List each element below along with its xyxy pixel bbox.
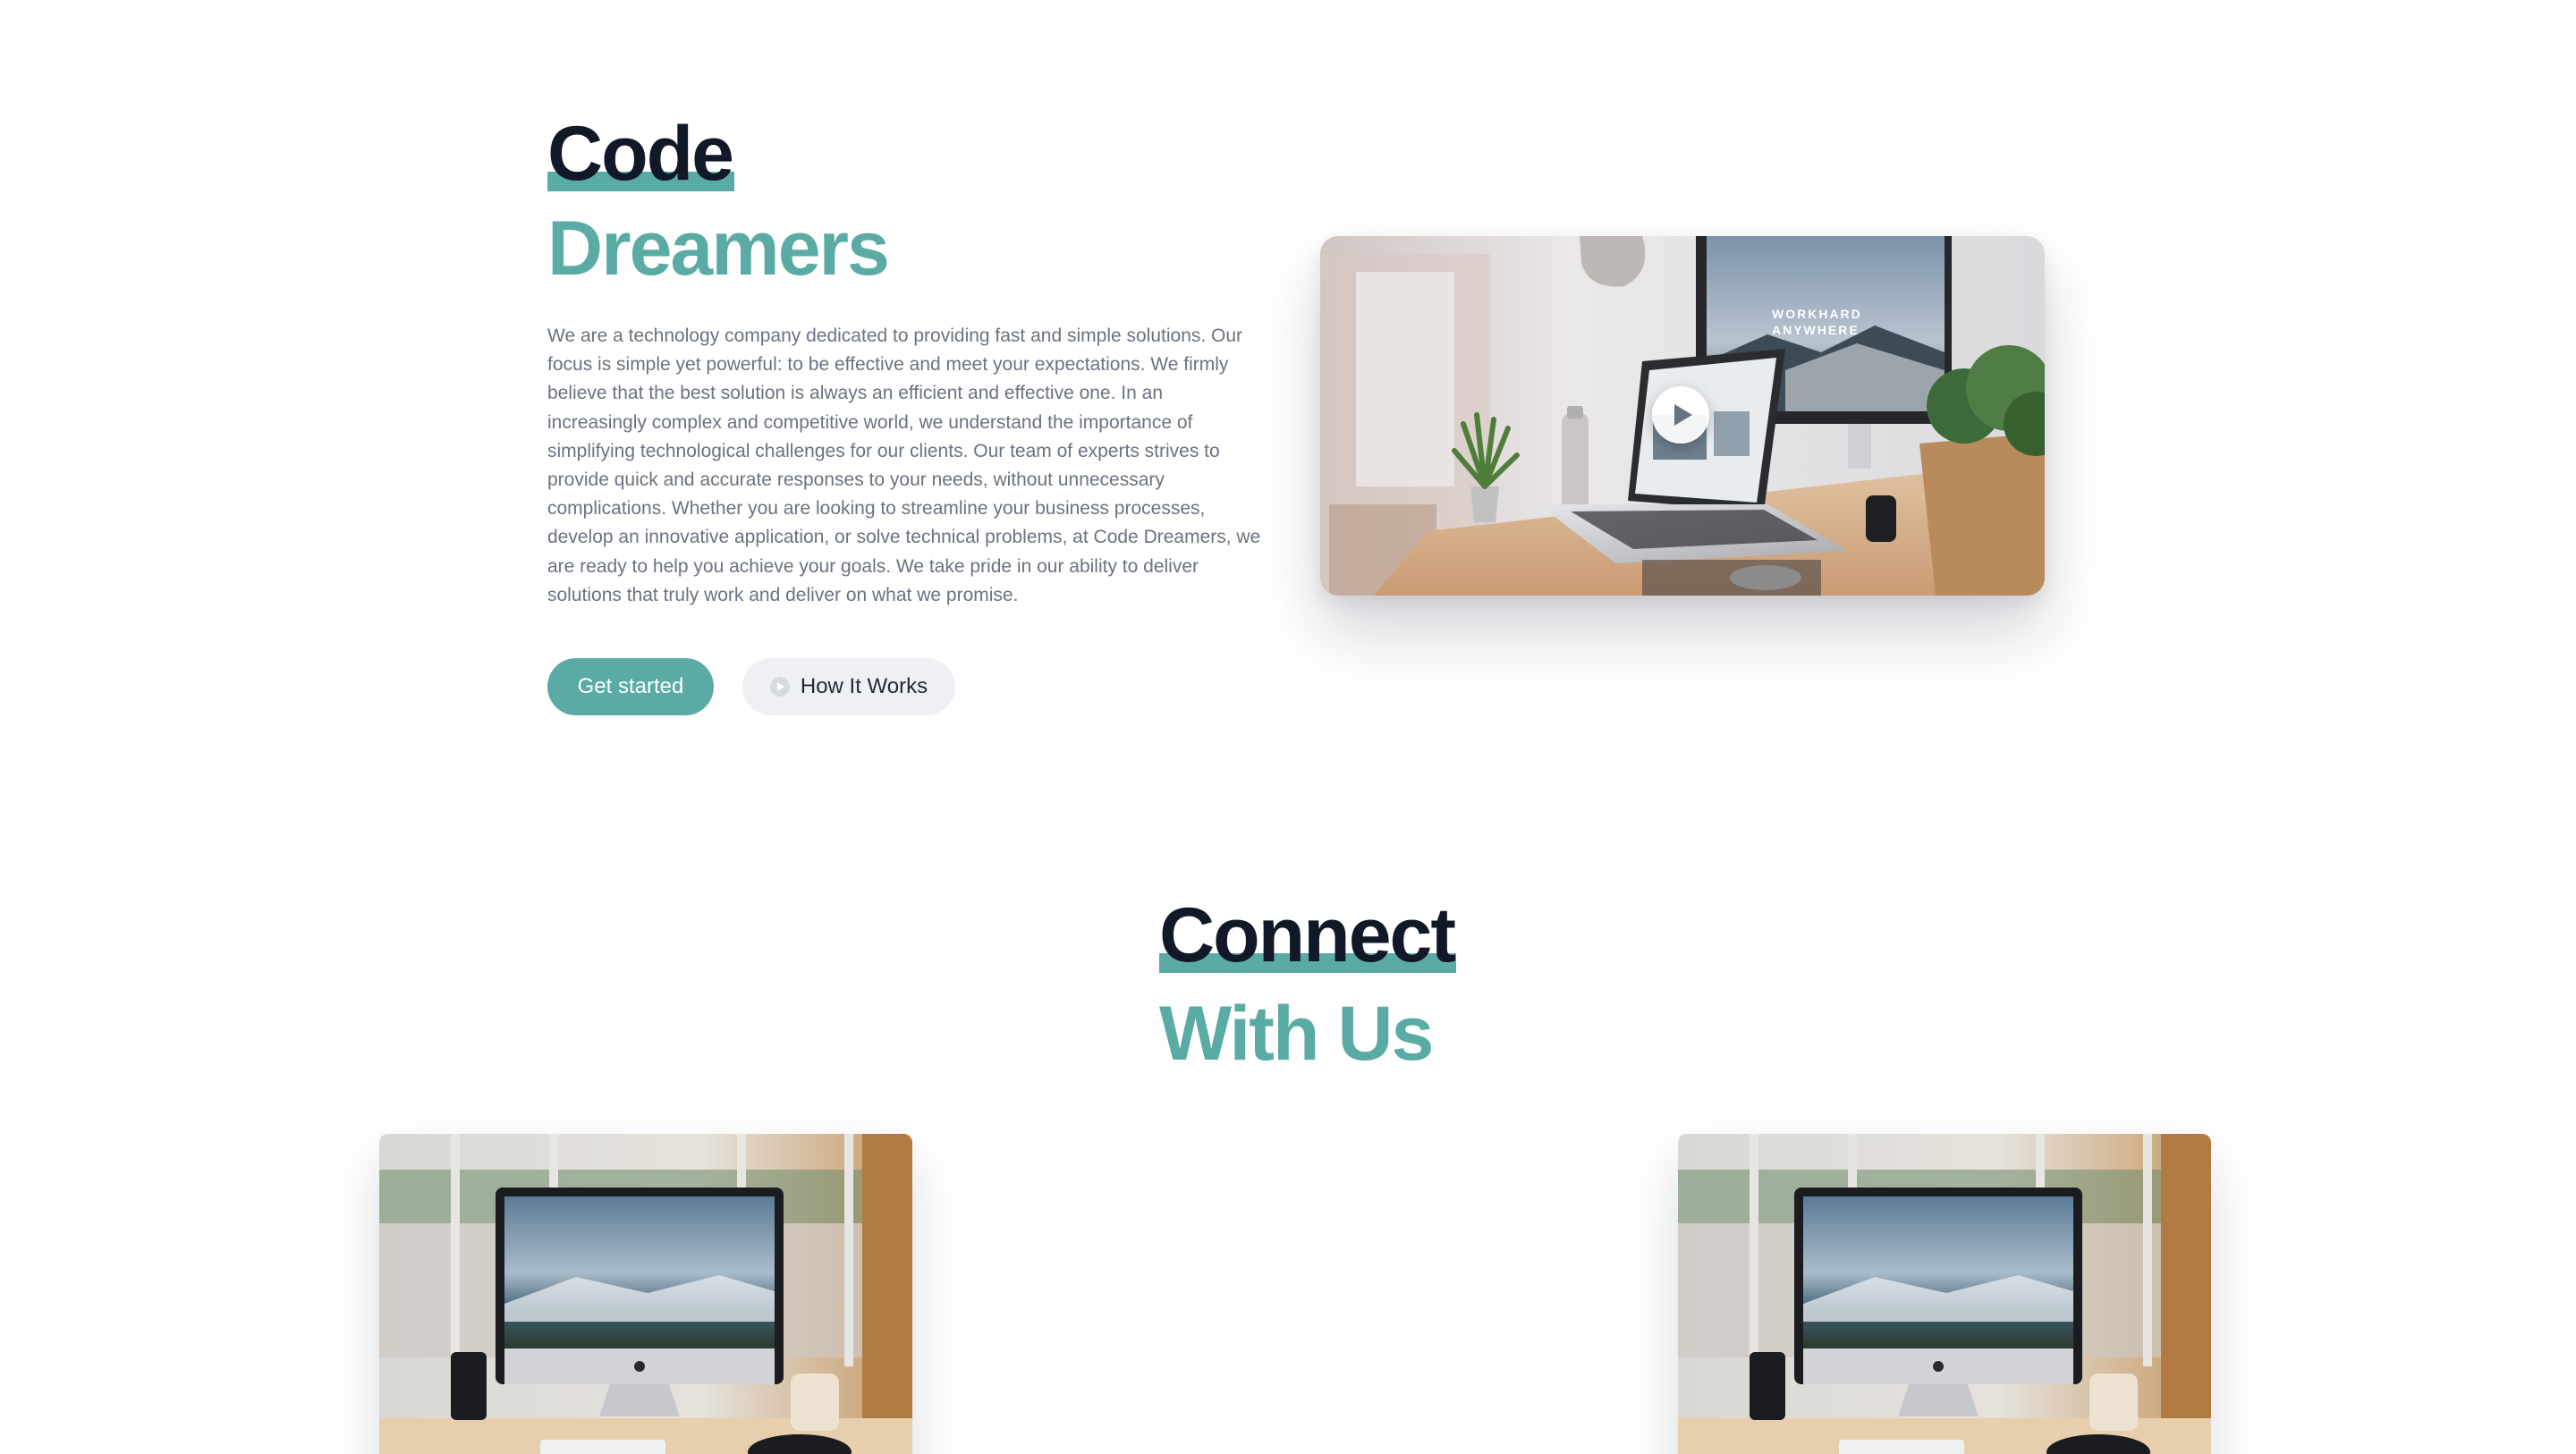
hero-description: We are a technology company dedicated to… [547,325,1261,605]
how-it-works-label: How It Works [800,674,928,698]
desktop-photo [379,1134,912,1454]
get-started-button[interactable]: Get started [547,658,714,715]
play-circle-icon [769,677,790,697]
connect-title: Connect With Us [1159,892,1456,1077]
hero-section: Code Dreamers We are a technology compan… [0,0,2576,805]
play-icon[interactable] [1652,386,1709,444]
connect-card-image-left[interactable] [379,1134,912,1454]
hero-title: Code Dreamers [547,111,890,292]
hero-title-line1: Code [547,111,734,197]
desktop-photo [1678,1134,2211,1454]
connect-title-line1: Connect [1159,892,1456,978]
how-it-works-button[interactable]: How It Works [742,658,955,715]
connect-card-image-right[interactable] [1678,1134,2211,1454]
screen-text-line1: WORKHARD [1772,307,1862,321]
hero-video-thumbnail[interactable]: WORKHARD ANYWHERE [1320,236,2045,596]
screen-text-line2: ANYWHERE [1772,323,1860,337]
connect-title-line2: With Us [1159,991,1434,1077]
hero-title-line2: Dreamers [547,206,890,292]
